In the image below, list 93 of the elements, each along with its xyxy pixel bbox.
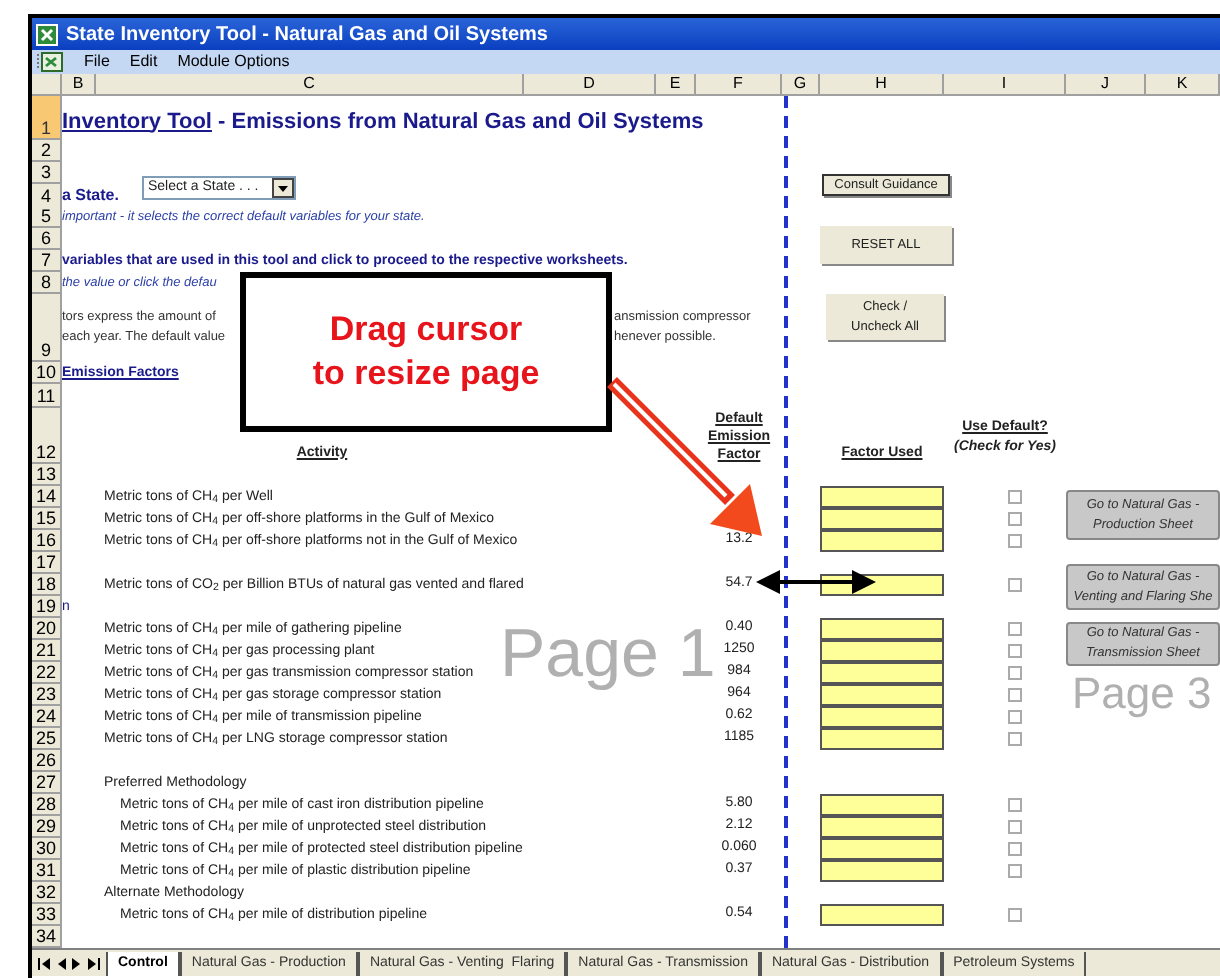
checkbox[interactable] — [1008, 864, 1022, 878]
column-header[interactable]: E — [656, 74, 696, 94]
checkbox[interactable] — [1008, 688, 1022, 702]
callout-text: to resize page — [312, 352, 540, 396]
menu-item[interactable]: Edit — [129, 50, 158, 74]
page-label: Page 3 — [1072, 672, 1212, 716]
input-field[interactable] — [820, 904, 944, 926]
row-header[interactable]: 1 — [32, 96, 62, 140]
input-field[interactable] — [820, 860, 944, 882]
row-header[interactable]: 8 — [32, 272, 62, 294]
row-header[interactable]: 33 — [32, 904, 62, 926]
row-header[interactable]: 18 — [32, 574, 62, 596]
column-header[interactable]: F — [696, 74, 782, 94]
input-field[interactable] — [820, 794, 944, 816]
row-header[interactable]: 7 — [32, 250, 62, 272]
row-header[interactable]: 23 — [32, 684, 62, 706]
last-sheet-icon[interactable] — [88, 958, 100, 970]
column-header[interactable]: H — [820, 74, 944, 94]
row-header[interactable]: 29 — [32, 816, 62, 838]
column-header[interactable]: B — [62, 74, 96, 94]
window-title: State Inventory Tool - Natural Gas and Oil Systems — [66, 21, 548, 49]
title-link[interactable]: Inventory Tool — [62, 105, 212, 138]
row-header[interactable]: 5 — [32, 206, 62, 228]
resize-arrow — [756, 570, 876, 594]
page-break-line[interactable] — [784, 96, 788, 948]
checkbox[interactable] — [1008, 798, 1022, 812]
spreadsheet-icon — [36, 23, 58, 45]
row-header[interactable]: 22 — [32, 662, 62, 684]
input-field[interactable] — [820, 816, 944, 838]
row-header[interactable]: 31 — [32, 860, 62, 882]
page-label: Page 1 — [500, 620, 716, 688]
checkbox[interactable] — [1008, 666, 1022, 680]
checkbox[interactable] — [1008, 490, 1022, 504]
column-header[interactable]: K — [1146, 74, 1220, 94]
checkbox[interactable] — [1008, 512, 1022, 526]
page-title: - Emissions from Natural Gas and Oil Systems — [216, 107, 704, 137]
row-header[interactable]: 30 — [32, 838, 62, 860]
row-header[interactable]: 28 — [32, 794, 62, 816]
callout-text: Drag cursor — [329, 308, 523, 352]
checkbox[interactable] — [1008, 710, 1022, 724]
checkbox[interactable] — [1008, 644, 1022, 658]
checkbox[interactable] — [1008, 534, 1022, 548]
field-label: a State. — [62, 184, 119, 208]
checkbox[interactable] — [1008, 732, 1022, 746]
row-header[interactable]: 34 — [32, 926, 62, 948]
menu-item[interactable]: File — [84, 50, 110, 74]
row-header[interactable]: 10 — [32, 362, 62, 384]
input-field[interactable] — [820, 838, 944, 860]
input-field[interactable] — [820, 618, 944, 640]
checkbox[interactable] — [1008, 578, 1022, 592]
input-field[interactable] — [820, 728, 944, 750]
row-header[interactable]: 32 — [32, 882, 62, 904]
row-header[interactable]: 2 — [32, 140, 62, 162]
row-header[interactable]: 13 — [32, 464, 62, 486]
row-header[interactable]: 12 — [32, 408, 62, 464]
checkbox[interactable] — [1008, 842, 1022, 856]
first-sheet-icon[interactable] — [38, 958, 50, 970]
row-header[interactable]: 3 — [32, 162, 62, 184]
row-header[interactable]: 27 — [32, 772, 62, 794]
dropdown-arrow-icon — [278, 185, 288, 191]
row-header[interactable]: 26 — [32, 750, 62, 772]
input-field[interactable] — [820, 684, 944, 706]
column-header[interactable]: G — [782, 74, 820, 94]
input-field[interactable] — [820, 508, 944, 530]
next-sheet-icon[interactable] — [72, 958, 82, 970]
column-header[interactable]: D — [524, 74, 656, 94]
input-field[interactable] — [820, 640, 944, 662]
column-header[interactable]: C — [96, 74, 524, 94]
column-header[interactable]: J — [1066, 74, 1146, 94]
input-field[interactable] — [820, 530, 944, 552]
row-header[interactable]: 24 — [32, 706, 62, 728]
row-header[interactable]: 21 — [32, 640, 62, 662]
row-header[interactable]: 15 — [32, 508, 62, 530]
input-field[interactable] — [820, 486, 944, 508]
row-header[interactable]: 25 — [32, 728, 62, 750]
row-header[interactable]: 16 — [32, 530, 62, 552]
row-header[interactable]: 4 — [32, 184, 62, 208]
row-header[interactable]: 11 — [32, 384, 62, 408]
column-header[interactable]: I — [944, 74, 1066, 94]
row-header[interactable]: 17 — [32, 552, 62, 574]
row-header[interactable]: 9 — [32, 294, 62, 362]
row-header[interactable]: 19 — [32, 596, 62, 618]
row-header[interactable]: 6 — [32, 228, 62, 250]
previous-sheet-icon[interactable] — [56, 958, 66, 970]
input-field[interactable] — [820, 706, 944, 728]
checkbox[interactable] — [1008, 622, 1022, 636]
spreadsheet-icon[interactable] — [36, 52, 64, 72]
input-field[interactable] — [820, 662, 944, 684]
checkbox[interactable] — [1008, 908, 1022, 922]
menu-item[interactable]: Module Options — [177, 50, 290, 74]
row-header[interactable]: 20 — [32, 618, 62, 640]
checkbox[interactable] — [1008, 820, 1022, 834]
row-header[interactable]: 14 — [32, 486, 62, 508]
